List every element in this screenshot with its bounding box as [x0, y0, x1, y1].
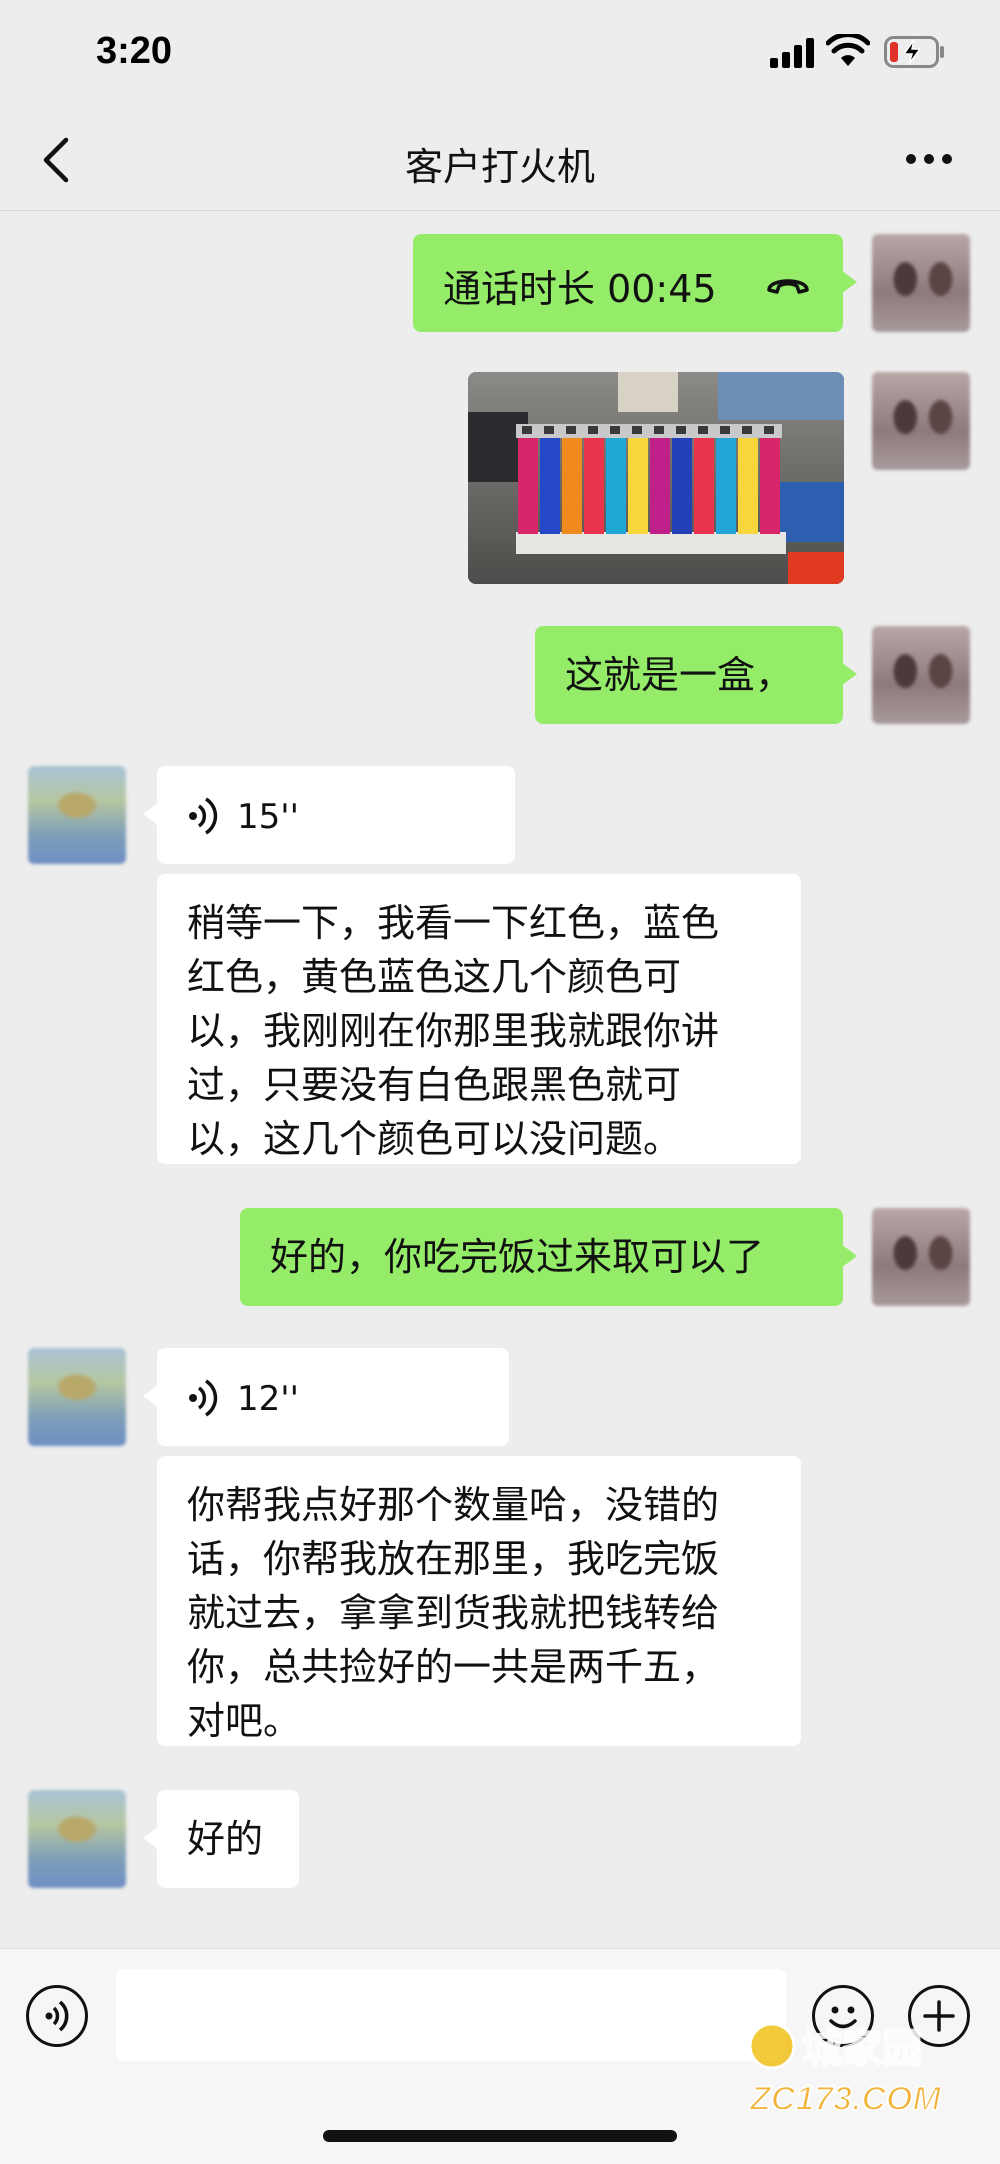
voice-duration: 12'' — [237, 1379, 299, 1419]
message-line: 你，总共捡好的一共是两千五， — [187, 1645, 720, 1689]
message-bubble[interactable]: 稍等一下，我看一下红色，蓝色 红色，黄色蓝色这几个颜色可 以，我刚刚在你那里我就… — [157, 874, 801, 1164]
message-line: 以，我刚刚在你那里我就跟你讲 — [187, 1009, 720, 1053]
home-indicator[interactable] — [323, 2130, 677, 2142]
contact-avatar[interactable] — [28, 766, 126, 864]
cellular-signal-icon — [770, 38, 814, 68]
call-duration-text: 通话时长 00:45 — [443, 267, 717, 311]
chat-header: 客户打火机 — [0, 110, 1000, 211]
message-line: 过，只要没有白色跟黑色就可 — [187, 1063, 682, 1107]
message-text: 这就是一盒， — [565, 653, 794, 697]
voice-wave-icon — [189, 1379, 218, 1417]
battery-charging-icon — [884, 36, 944, 68]
phone-hangup-icon — [767, 279, 809, 294]
message-bubble[interactable]: 好的 — [143, 1790, 299, 1888]
my-avatar[interactable] — [872, 626, 970, 724]
message-line: 红色，黄色蓝色这几个颜色可 — [187, 955, 682, 999]
message-line: 话，你帮我放在那里，我吃完饭 — [187, 1537, 720, 1581]
my-avatar[interactable] — [872, 372, 970, 470]
message-text: 你帮我点好那个数量哈，没错的 话，你帮我放在那里，我吃完饭 就过去，拿拿到货我就… — [187, 1478, 775, 1748]
message-line: 就过去，拿拿到货我就把钱转给 — [187, 1591, 720, 1635]
message-text: 好的 — [187, 1817, 264, 1861]
voice-duration: 15'' — [237, 797, 299, 837]
my-avatar[interactable] — [872, 234, 970, 332]
status-time: 3:20 — [96, 30, 173, 72]
message-bubble[interactable]: 好的，你吃完饭过来取可以了 — [240, 1208, 857, 1306]
lighters-photo[interactable] — [468, 372, 844, 584]
message-text: 好的，你吃完饭过来取可以了 — [270, 1235, 765, 1279]
lighters-image — [468, 372, 844, 584]
voice-input-icon — [45, 2000, 69, 2032]
voice-wave-icon — [189, 797, 218, 835]
message-line: 以，这几个颜色可以没问题。 — [187, 1117, 682, 1161]
message-line: 稍等一下，我看一下红色，蓝色 — [187, 901, 720, 945]
site-watermark-logo: 城家园 ZC173.COM — [748, 2022, 942, 2119]
my-avatar[interactable] — [872, 1208, 970, 1306]
message-line: 对吧。 — [187, 1699, 302, 1743]
contact-avatar[interactable] — [28, 1348, 126, 1446]
message-text: 稍等一下，我看一下红色，蓝色 红色，黄色蓝色这几个颜色可 以，我刚刚在你那里我就… — [187, 896, 775, 1166]
chat-title: 客户打火机 — [404, 145, 595, 189]
watermark-logo-text: 城家园 — [802, 2026, 922, 2072]
message-bubble[interactable]: 你帮我点好那个数量哈，没错的 话，你帮我放在那里，我吃完饭 就过去，拿拿到货我就… — [157, 1456, 801, 1746]
message-bubble[interactable]: 这就是一盒， — [535, 626, 857, 724]
contact-avatar[interactable] — [28, 1790, 126, 1888]
voice-message-bubble[interactable]: 12'' — [143, 1348, 509, 1446]
more-options-icon[interactable] — [904, 144, 954, 174]
voice-input-button[interactable] — [26, 1985, 88, 2047]
voice-message-bubble[interactable]: 15'' — [143, 766, 515, 864]
watermark-url: ZC173.COM — [749, 2080, 941, 2118]
wifi-icon — [826, 34, 870, 66]
message-input[interactable] — [116, 1969, 786, 2061]
status-bar: 3:20 — [0, 0, 1000, 110]
message-line: 你帮我点好那个数量哈，没错的 — [187, 1483, 720, 1527]
call-record-bubble[interactable]: 通话时长 00:45 — [413, 234, 857, 332]
